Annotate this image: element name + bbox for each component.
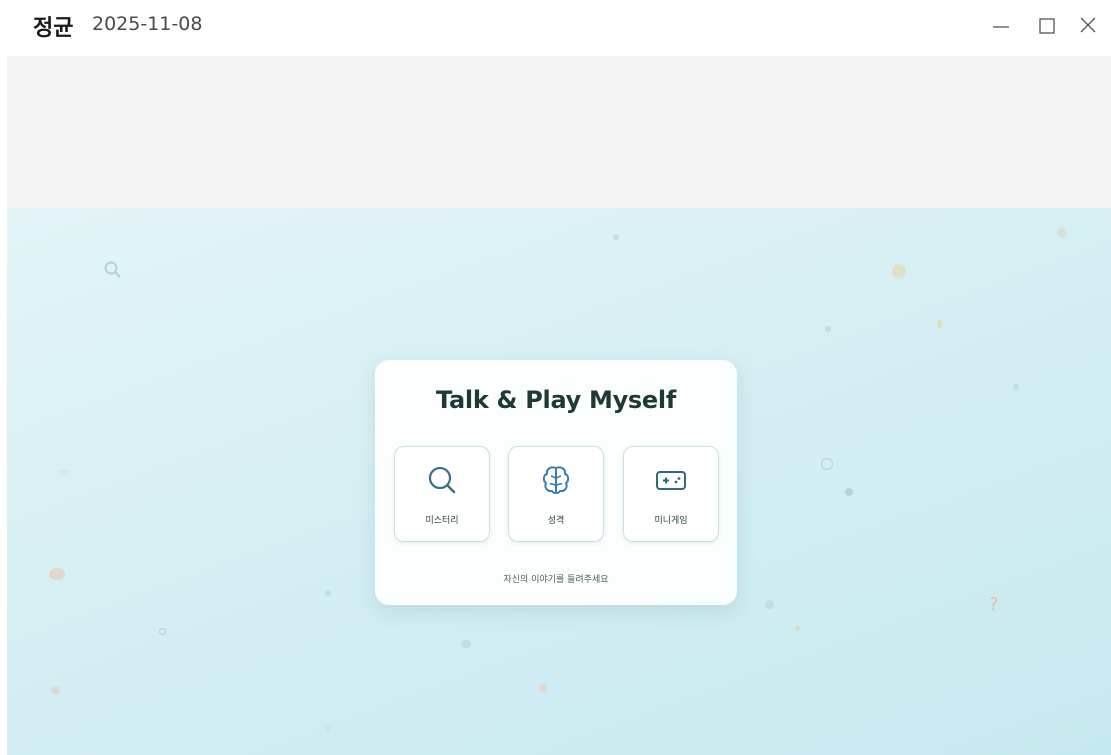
- deco-dot: [1013, 384, 1019, 390]
- deco-dot: [49, 568, 65, 580]
- tile-mystery[interactable]: 미스터리: [394, 446, 490, 542]
- deco-dot: [765, 600, 774, 609]
- card-title: Talk & Play Myself: [436, 386, 676, 414]
- tile-label: 성격: [547, 516, 565, 526]
- minimize-button[interactable]: [984, 8, 1018, 42]
- brain-icon: [539, 463, 573, 501]
- deco-dot: [795, 626, 800, 631]
- deco-dot: [59, 470, 69, 476]
- tile-minigame[interactable]: 미니게임: [623, 446, 719, 542]
- header-band: [7, 56, 1111, 208]
- deco-dot: [325, 590, 331, 596]
- maximize-button[interactable]: [1030, 8, 1064, 42]
- tile-label: 미니게임: [654, 516, 688, 526]
- app-window: 정균 2025-11-08 ? Talk & Play Myself 미스터리 …: [0, 0, 1111, 755]
- question-mark-icon: ?: [989, 594, 999, 615]
- gamepad-icon: [654, 463, 688, 501]
- deco-dot: [51, 686, 60, 695]
- deco-dot: [539, 684, 547, 692]
- maximize-icon: [1036, 14, 1058, 36]
- deco-dot: [937, 320, 942, 328]
- deco-dot: [1057, 228, 1067, 238]
- tile-personality[interactable]: 성격: [508, 446, 604, 542]
- main-card: Talk & Play Myself 미스터리 성격 미니게임 자신의 이야기를…: [375, 360, 737, 605]
- search-icon: [425, 463, 459, 501]
- minimize-icon: [990, 14, 1012, 36]
- deco-dot: [159, 628, 166, 635]
- deco-dot: [825, 326, 831, 332]
- main-area: ? Talk & Play Myself 미스터리 성격 미니게임 자신의 이야…: [7, 208, 1111, 755]
- close-button[interactable]: [1071, 8, 1105, 42]
- title-bar: 정균 2025-11-08: [0, 0, 1111, 56]
- deco-dot: [613, 234, 619, 240]
- deco-dot: [892, 264, 906, 278]
- window-title-date: 2025-11-08: [92, 13, 203, 35]
- tile-label: 미스터리: [425, 516, 459, 526]
- deco-dot: [821, 458, 833, 470]
- window-title-name: 정균: [33, 16, 74, 41]
- deco-dot: [325, 724, 331, 734]
- card-subtitle: 자신의 이야기를 들려주세요: [503, 575, 609, 585]
- close-icon: [1077, 14, 1099, 36]
- search-deco-icon: [103, 260, 123, 284]
- deco-dot: [461, 640, 471, 648]
- deco-dot: [845, 488, 853, 496]
